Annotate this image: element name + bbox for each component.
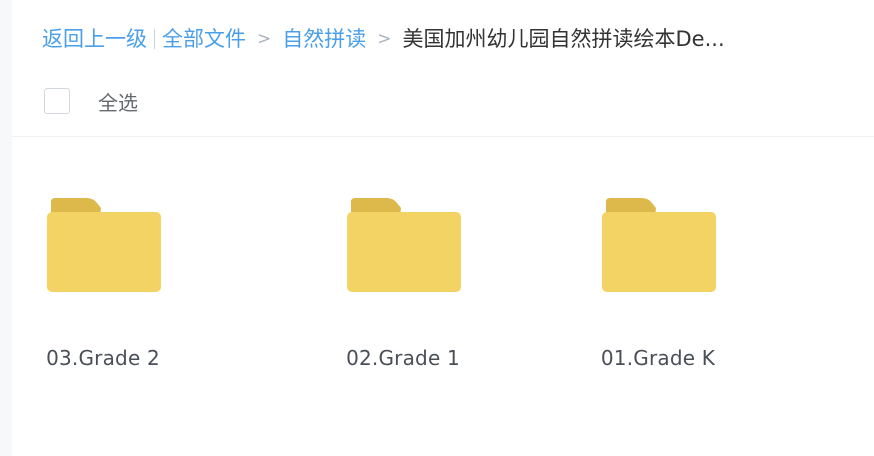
folder-name[interactable]: 03.Grade 2 bbox=[3, 346, 203, 370]
folder-icon bbox=[602, 198, 716, 292]
breadcrumb-back-link[interactable]: 返回上一级 bbox=[42, 22, 147, 56]
toolbar-divider bbox=[12, 136, 874, 137]
breadcrumb: 返回上一级 全部文件 > 自然拼读 > 美国加州幼儿园自然拼读绘本De... bbox=[42, 22, 725, 56]
breadcrumb-divider bbox=[154, 29, 155, 49]
folder-icon bbox=[347, 198, 461, 292]
folder-item[interactable]: 02.Grade 1 bbox=[303, 196, 503, 386]
folder-item[interactable]: 01.Grade K bbox=[558, 196, 758, 386]
select-all-label[interactable]: 全选 bbox=[98, 87, 138, 116]
breadcrumb-current: 美国加州幼儿园自然拼读绘本De... bbox=[402, 27, 725, 51]
folder-name[interactable]: 02.Grade 1 bbox=[303, 346, 503, 370]
select-all-checkbox[interactable] bbox=[44, 88, 70, 114]
breadcrumb-separator: > bbox=[377, 29, 392, 49]
select-all-row: 全选 bbox=[44, 85, 138, 117]
breadcrumb-level1-link[interactable]: 自然拼读 bbox=[282, 22, 366, 56]
breadcrumb-separator: > bbox=[257, 29, 272, 49]
breadcrumb-all-files-link[interactable]: 全部文件 bbox=[162, 22, 246, 56]
folder-name[interactable]: 01.Grade K bbox=[558, 346, 758, 370]
folder-icon bbox=[47, 198, 161, 292]
file-browser-page: 返回上一级 全部文件 > 自然拼读 > 美国加州幼儿园自然拼读绘本De... 全… bbox=[0, 0, 874, 456]
folder-item[interactable]: 03.Grade 2 bbox=[3, 196, 203, 386]
